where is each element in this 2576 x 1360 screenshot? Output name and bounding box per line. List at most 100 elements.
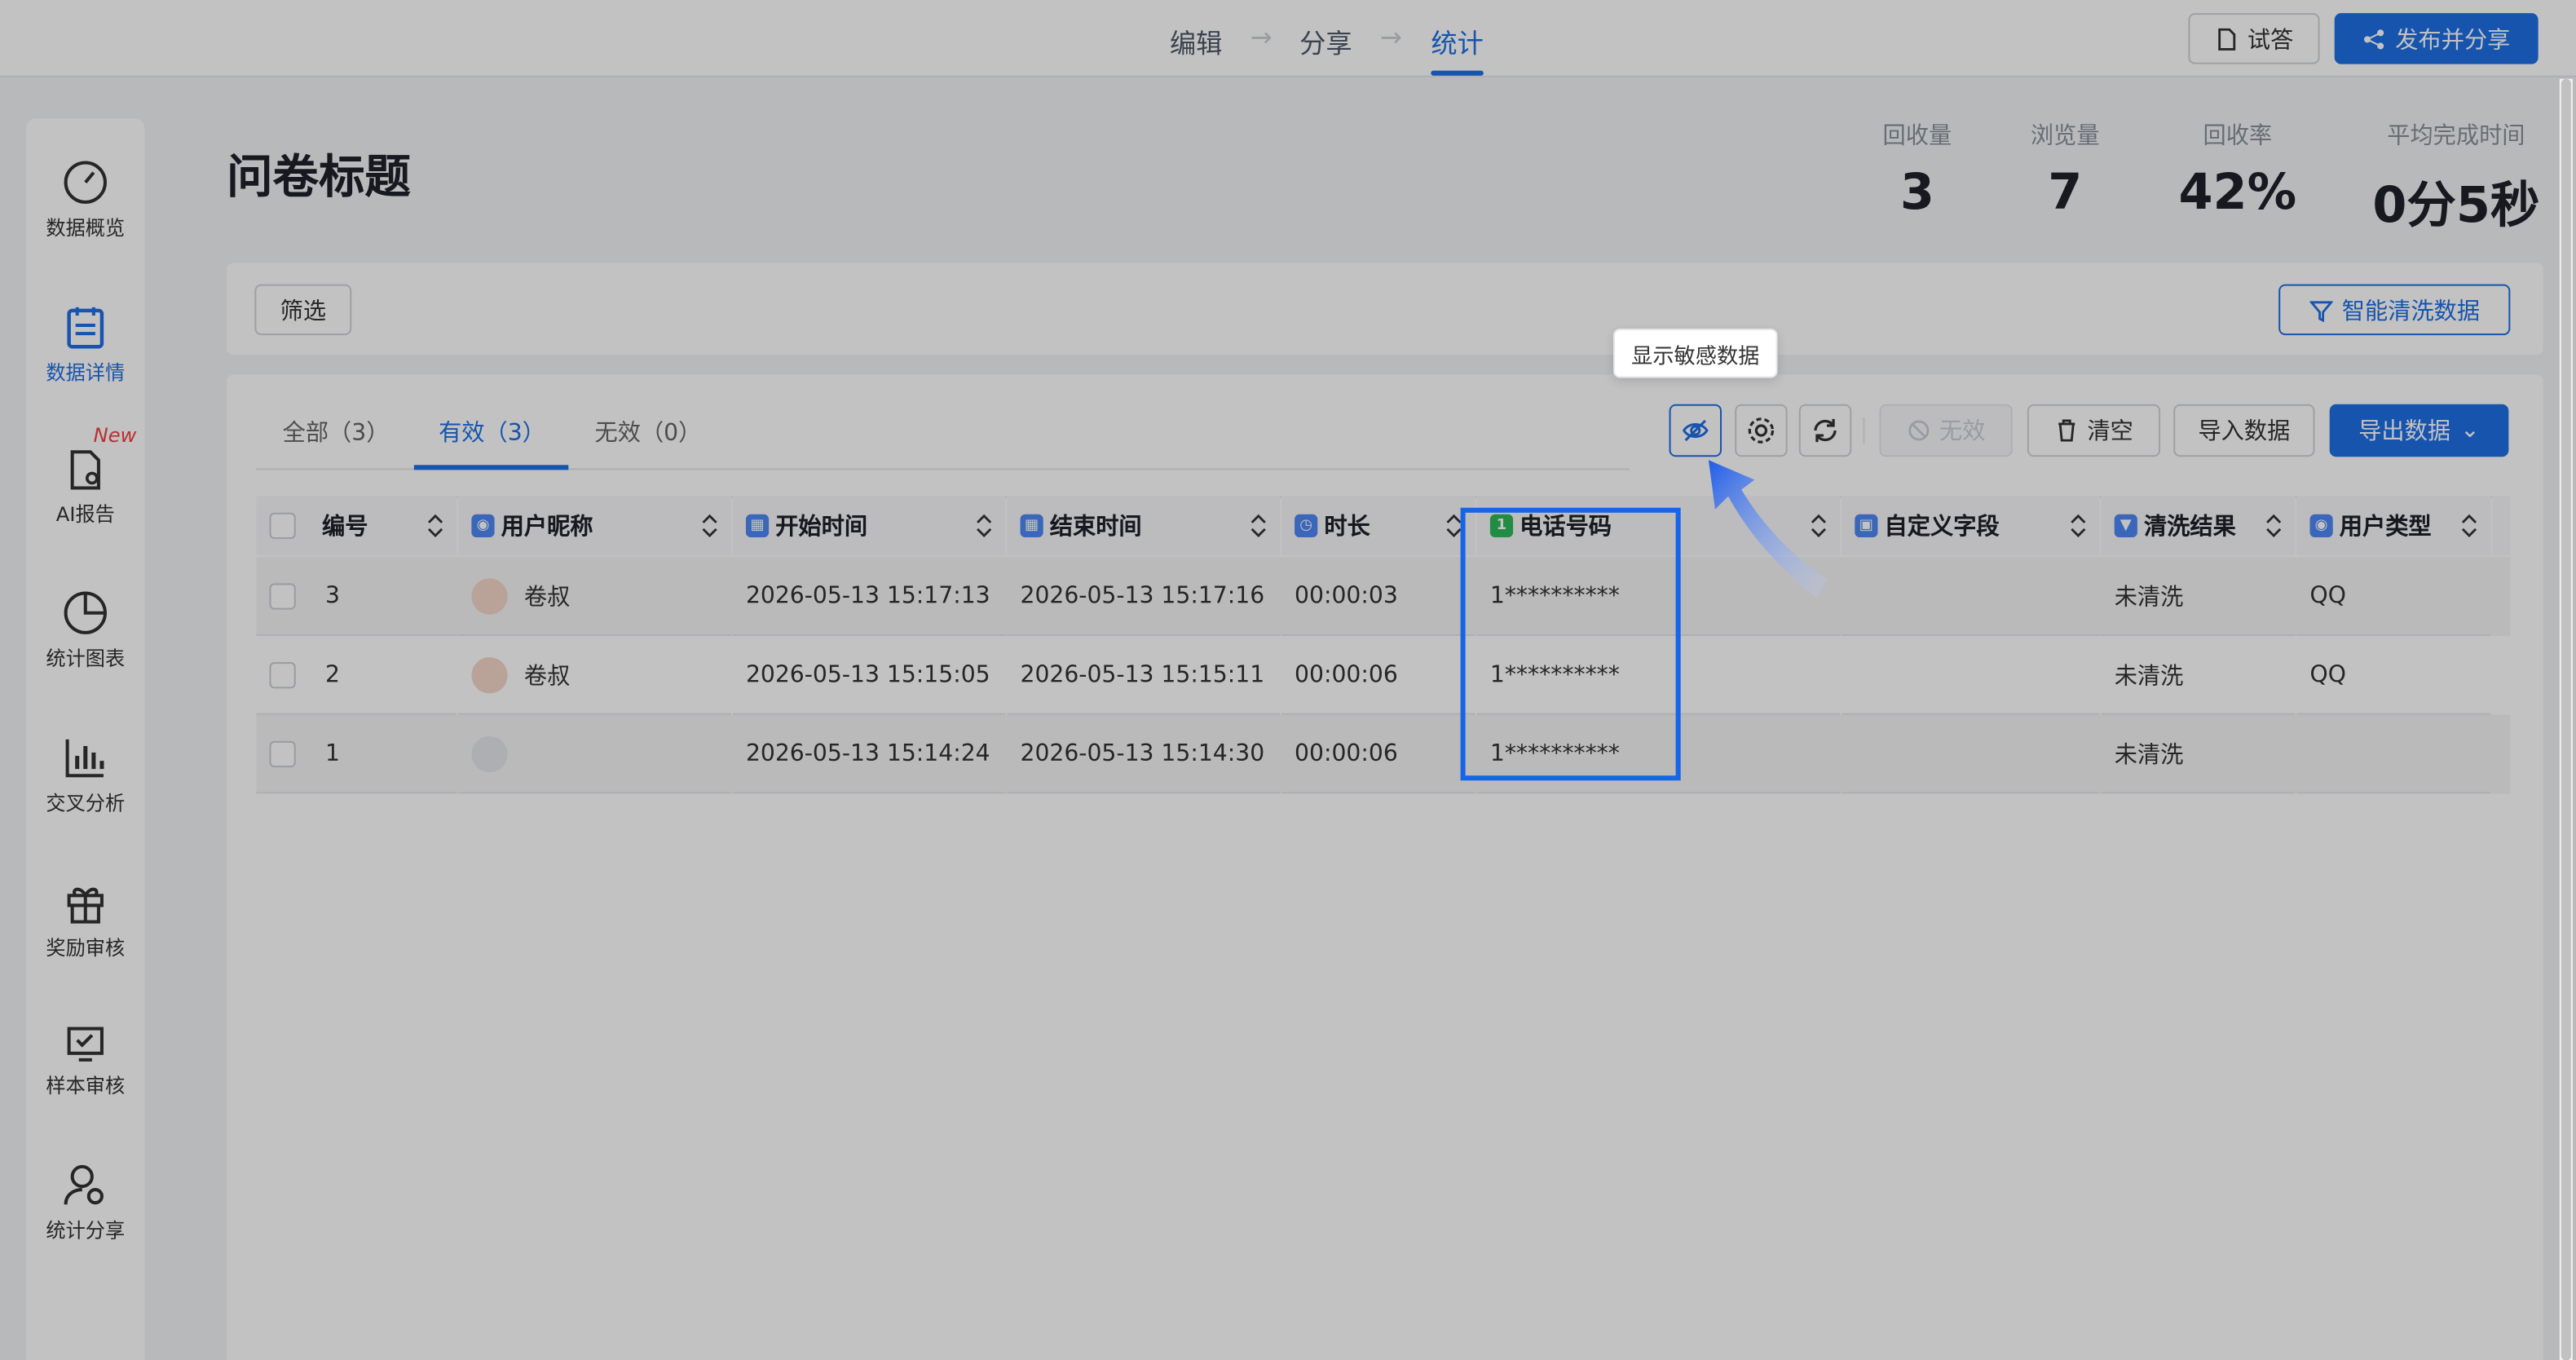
row-checkbox[interactable] xyxy=(269,661,296,688)
header-label: 用户类型 xyxy=(2339,514,2432,541)
stat-label: 回收率 xyxy=(2203,123,2273,150)
row-checkbox[interactable] xyxy=(269,740,296,767)
cell-id: 2 xyxy=(256,636,457,715)
filter-icon xyxy=(2309,300,2332,321)
stat-value: 42% xyxy=(2178,164,2297,223)
smart-clean-button[interactable]: 智能清洗数据 xyxy=(2278,284,2511,336)
cell-text: 2026-05-13 15:14:24 xyxy=(745,740,990,767)
step-share[interactable]: 分享 xyxy=(1299,21,1352,60)
sort-icon[interactable] xyxy=(702,513,718,539)
sidebar-item-charts[interactable]: 统计图表 xyxy=(26,588,144,672)
col-header-user-type[interactable]: ◉ 用户类型 xyxy=(2296,496,2491,556)
custom-field-icon: ▣ xyxy=(1855,514,1878,538)
stat-avg-time: 平均完成时间 0分5秒 xyxy=(2366,118,2547,236)
cell-text: 00:00:06 xyxy=(1295,740,1398,767)
sidebar-item-sample-review[interactable]: 样本审核 xyxy=(26,1022,144,1100)
step-edit[interactable]: 编辑 xyxy=(1170,21,1223,60)
row-checkbox[interactable] xyxy=(269,582,296,609)
cell-text: 2026-05-13 15:14:30 xyxy=(1020,740,1265,767)
step-stats[interactable]: 统计 xyxy=(1431,21,1484,60)
clipboard-icon xyxy=(67,307,104,349)
sort-icon[interactable] xyxy=(976,513,992,539)
clear-button[interactable]: 清空 xyxy=(2027,404,2161,457)
header-label: 时长 xyxy=(1324,514,1370,541)
page-title: 问卷标题 xyxy=(227,149,411,204)
sidebar-item-label: 数据详情 xyxy=(46,361,126,385)
mark-invalid-button[interactable]: 无效 xyxy=(1879,404,2013,457)
cell-duration: 00:00:03 xyxy=(1281,557,1475,636)
sidebar-item-ai-report[interactable]: New AI报告 xyxy=(26,424,144,528)
header-label: 编号 xyxy=(321,514,368,541)
sort-icon[interactable] xyxy=(1445,513,1462,539)
sidebar-item-details[interactable]: 数据详情 xyxy=(26,302,144,386)
tab-valid[interactable]: 有效（3） xyxy=(439,416,545,448)
arrow-right-icon: → xyxy=(1250,21,1273,53)
col-header-end-time[interactable]: ▦ 结束时间 xyxy=(1007,496,1280,556)
sort-icon[interactable] xyxy=(2461,513,2477,539)
cell-start: 2026-05-13 15:17:13 xyxy=(732,557,1006,636)
settings-button[interactable] xyxy=(1735,404,1788,457)
col-header-custom[interactable]: ▣ 自定义字段 xyxy=(1842,496,2100,556)
calendar-icon: ▦ xyxy=(1020,514,1043,538)
pie-chart-icon xyxy=(64,591,107,634)
publish-share-label: 发布并分享 xyxy=(2395,27,2511,54)
sidebar-item-label: 奖励审核 xyxy=(46,936,126,960)
col-header-duration[interactable]: ◷ 时长 xyxy=(1281,496,1475,556)
import-data-button[interactable]: 导入数据 xyxy=(2173,404,2315,457)
cell-duration: 00:00:06 xyxy=(1281,636,1475,715)
sidebar-item-stats-share[interactable]: 统计分享 xyxy=(26,1160,144,1244)
trash-icon xyxy=(2058,419,2075,442)
stat-label: 浏览量 xyxy=(2030,123,2100,150)
tab-all[interactable]: 全部（3） xyxy=(283,416,390,448)
pointer-arrow-icon xyxy=(1708,460,1828,598)
tab-invalid[interactable]: 无效（0） xyxy=(595,416,702,448)
document-icon xyxy=(2218,27,2236,50)
ai-report-icon xyxy=(70,450,100,490)
refresh-icon xyxy=(1814,418,1837,443)
cell-text: 卷叔 xyxy=(523,584,571,611)
cell-start: 2026-05-13 15:14:24 xyxy=(732,715,1006,794)
show-sensitive-data-button[interactable] xyxy=(1669,404,1722,457)
refresh-button[interactable] xyxy=(1798,404,1852,457)
header-label: 开始时间 xyxy=(775,514,868,541)
sidebar-item-rewards[interactable]: 奖励审核 xyxy=(26,877,144,961)
cell-text: 2026-05-13 15:15:05 xyxy=(745,661,990,688)
scrollbar-thumb[interactable] xyxy=(2561,78,2571,1360)
col-header-id[interactable]: 编号 xyxy=(256,496,457,556)
cell-clean: 未清洗 xyxy=(2101,636,2296,715)
export-data-button[interactable]: 导出数据 ⌄ xyxy=(2329,404,2509,457)
cell-text: 未清洗 xyxy=(2114,663,2184,690)
cell-text: 00:00:06 xyxy=(1295,661,1398,688)
cell-text: QQ xyxy=(2309,582,2346,609)
select-all-checkbox[interactable] xyxy=(269,512,296,540)
col-header-clean-result[interactable]: ▼ 清洗结果 xyxy=(2101,496,2296,556)
sidebar-item-label: 样本审核 xyxy=(46,1075,126,1098)
filter-button[interactable]: 筛选 xyxy=(254,284,352,336)
cell-end: 2026-05-13 15:17:16 xyxy=(1007,557,1280,636)
gear-icon xyxy=(1748,417,1775,444)
cell-user-type xyxy=(2296,715,2491,794)
cell-custom xyxy=(1842,636,2100,715)
cell-user-type: QQ xyxy=(2296,557,2491,636)
sort-icon[interactable] xyxy=(427,513,443,539)
cell-clean: 未清洗 xyxy=(2101,715,2296,794)
cell-id: 1 xyxy=(256,715,457,794)
cell-user-type: QQ xyxy=(2296,636,2491,715)
new-badge: New xyxy=(93,423,137,448)
sort-icon[interactable] xyxy=(1251,513,1267,539)
sort-icon[interactable] xyxy=(2265,513,2282,539)
sidebar-item-cross-analysis[interactable]: 交叉分析 xyxy=(26,733,144,817)
scrollbar[interactable] xyxy=(2559,78,2573,1360)
col-header-nickname[interactable]: ◉ 用户昵称 xyxy=(458,496,731,556)
stat-label: 回收量 xyxy=(1882,123,1952,150)
gift-icon xyxy=(67,887,104,924)
col-header-start-time[interactable]: ▦ 开始时间 xyxy=(732,496,1006,556)
cell-text: 2026-05-13 15:17:16 xyxy=(1020,582,1265,609)
sidebar-item-overview[interactable]: 数据概览 xyxy=(26,157,144,241)
try-answer-button[interactable]: 试答 xyxy=(2188,13,2320,64)
tab-active-indicator xyxy=(413,465,569,470)
header-label: 用户昵称 xyxy=(501,514,593,541)
sort-icon[interactable] xyxy=(2070,513,2086,539)
publish-share-button[interactable]: 发布并分享 xyxy=(2334,13,2539,64)
cell-custom xyxy=(1842,557,2100,636)
